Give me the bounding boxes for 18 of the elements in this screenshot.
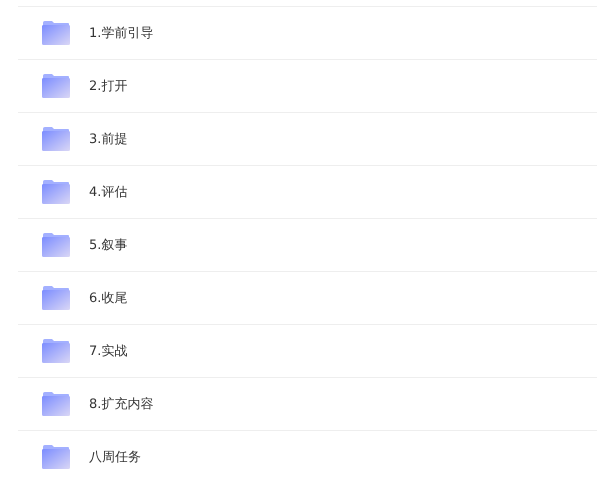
folder-icon [42, 21, 70, 45]
folder-icon [42, 180, 70, 204]
folder-name[interactable]: 8.扩充内容 [89, 395, 154, 413]
folder-icon [42, 392, 70, 416]
folder-name[interactable]: 2.打开 [89, 77, 128, 95]
folder-icon [42, 339, 70, 363]
folder-name[interactable]: 5.叙事 [89, 236, 128, 254]
folder-icon [42, 233, 70, 257]
folder-icon [42, 286, 70, 310]
folder-icon [42, 127, 70, 151]
folder-name[interactable]: 八周任务 [89, 448, 141, 466]
folder-icon [42, 74, 70, 98]
folder-name[interactable]: 7.实战 [89, 342, 128, 360]
folder-name[interactable]: 4.评估 [89, 183, 128, 201]
folder-name[interactable]: 1.学前引导 [89, 24, 154, 42]
folder-name[interactable]: 3.前提 [89, 130, 128, 148]
folder-name[interactable]: 6.收尾 [89, 289, 128, 307]
folder-icon [42, 445, 70, 469]
